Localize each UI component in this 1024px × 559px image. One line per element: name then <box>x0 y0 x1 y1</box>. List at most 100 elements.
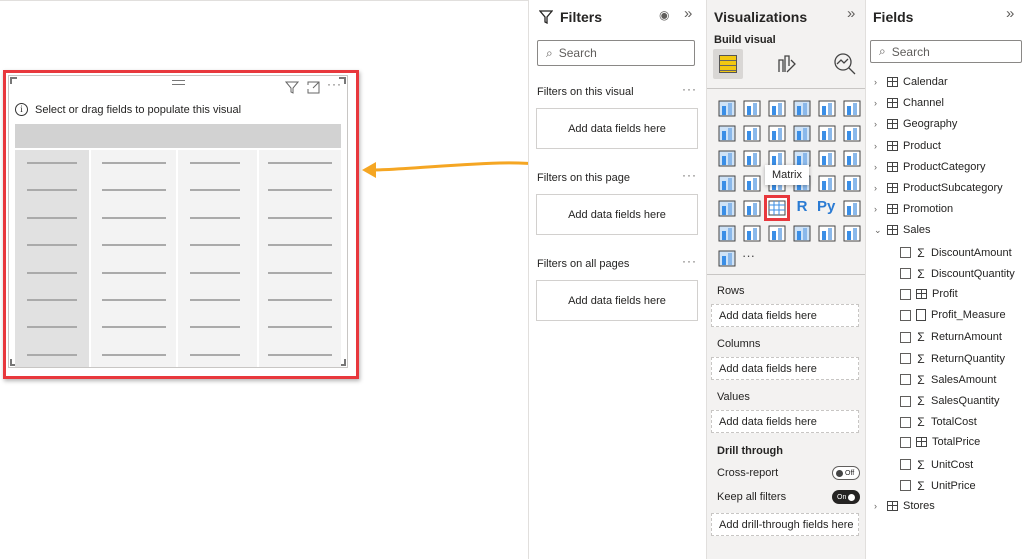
field-checkbox[interactable] <box>900 288 911 300</box>
treemap-icon[interactable] <box>842 148 862 168</box>
clustered-bar-chart-icon[interactable] <box>767 98 787 118</box>
field-table-product[interactable]: › Product <box>874 140 941 152</box>
chevron-right-icon[interactable]: › <box>874 501 882 511</box>
map-icon[interactable] <box>717 173 737 193</box>
focus-mode-icon[interactable] <box>307 81 320 94</box>
drill-through-well[interactable]: Add drill-through fields here <box>711 513 859 536</box>
more-options-icon[interactable]: ··· <box>327 77 342 91</box>
field-item[interactable]: Σ UnitCost <box>900 458 973 472</box>
fields-search-input[interactable]: ⌕ Search <box>870 40 1022 63</box>
field-checkbox[interactable] <box>900 416 911 428</box>
arcgis-map-icon[interactable] <box>817 223 837 243</box>
area-chart-icon[interactable] <box>742 123 762 143</box>
field-item[interactable]: TotalPrice <box>900 436 980 448</box>
stacked-column-chart-icon[interactable] <box>742 98 762 118</box>
format-visual-icon[interactable] <box>775 52 799 76</box>
filters-search-input[interactable]: ⌕ Search <box>537 40 695 66</box>
more-options-icon[interactable]: ··· <box>682 82 697 96</box>
key-influencers-icon[interactable] <box>842 198 862 218</box>
filter-drop-zone[interactable]: Add data fields here <box>536 194 698 235</box>
chevron-right-icon[interactable]: › <box>874 183 882 193</box>
qa-icon[interactable] <box>742 223 762 243</box>
power-automate-icon[interactable] <box>717 248 737 268</box>
chevron-right-icon[interactable]: › <box>874 141 882 151</box>
clustered-column-chart-icon[interactable] <box>792 98 812 118</box>
keep-all-filters-toggle[interactable]: On <box>832 490 860 504</box>
field-table-stores[interactable]: › Stores <box>874 500 935 512</box>
multi-row-card-icon[interactable] <box>817 173 837 193</box>
field-checkbox[interactable] <box>900 331 911 343</box>
field-table-calendar[interactable]: › Calendar <box>874 76 948 88</box>
python-visual-icon[interactable]: Py <box>817 198 837 218</box>
stacked-area-chart-icon[interactable] <box>767 123 787 143</box>
100-stacked-bar-chart-icon[interactable] <box>817 98 837 118</box>
field-table-promotion[interactable]: › Promotion <box>874 203 953 215</box>
line-stacked-column-chart-icon[interactable] <box>817 123 837 143</box>
more-options-icon[interactable]: ··· <box>682 168 697 182</box>
field-table-geography[interactable]: › Geography <box>874 118 957 130</box>
field-checkbox[interactable] <box>900 268 911 280</box>
build-visual-tab[interactable] <box>713 49 743 79</box>
field-checkbox[interactable] <box>900 395 911 407</box>
field-item[interactable]: Σ ReturnAmount <box>900 330 1002 344</box>
cross-report-toggle[interactable]: Off <box>832 466 860 480</box>
chevron-right-icon[interactable]: › <box>874 77 882 87</box>
more-options-icon[interactable]: ··· <box>682 254 697 268</box>
field-checkbox[interactable] <box>900 247 911 259</box>
power-apps-icon[interactable] <box>842 223 862 243</box>
waterfall-chart-icon[interactable] <box>717 148 737 168</box>
field-item[interactable]: Σ UnitPrice <box>900 479 976 493</box>
resize-handle[interactable] <box>10 77 17 84</box>
line-chart-icon[interactable] <box>717 123 737 143</box>
matrix-icon[interactable] <box>764 195 790 221</box>
field-item[interactable]: Profit_Measure <box>900 309 1006 322</box>
chevron-right-icon[interactable]: › <box>874 204 882 214</box>
collapse-icon[interactable]: » <box>684 5 692 22</box>
slicer-icon[interactable] <box>717 198 737 218</box>
field-item[interactable]: Σ ReturnQuantity <box>900 352 1005 366</box>
field-table-sales[interactable]: ⌄ Sales <box>874 224 931 236</box>
field-checkbox[interactable] <box>900 459 911 471</box>
field-item[interactable]: Σ SalesAmount <box>900 373 996 387</box>
filter-drop-zone[interactable]: Add data fields here <box>536 280 698 321</box>
decomposition-tree-icon[interactable] <box>717 223 737 243</box>
field-checkbox[interactable] <box>900 374 911 386</box>
field-well-drop-zone[interactable]: Add data fields here <box>711 410 859 433</box>
smart-narrative-icon[interactable] <box>767 223 787 243</box>
field-item[interactable]: Profit <box>900 288 958 300</box>
chevron-right-icon[interactable]: › <box>874 162 882 172</box>
donut-chart-icon[interactable] <box>817 148 837 168</box>
collapse-icon[interactable]: » <box>847 5 855 22</box>
stacked-bar-chart-icon[interactable] <box>717 98 737 118</box>
field-well-drop-zone[interactable]: Add data fields here <box>711 357 859 380</box>
drag-handle-icon[interactable] <box>172 80 185 85</box>
field-checkbox[interactable] <box>900 353 911 365</box>
field-table-channel[interactable]: › Channel <box>874 97 944 109</box>
chevron-right-icon[interactable]: › <box>874 98 882 108</box>
line-clustered-column-chart-icon[interactable] <box>792 123 812 143</box>
field-item[interactable]: Σ DiscountQuantity <box>900 267 1015 281</box>
field-table-productsubcategory[interactable]: › ProductSubcategory <box>874 182 1003 194</box>
field-checkbox[interactable] <box>900 480 911 492</box>
field-table-productcategory[interactable]: › ProductCategory <box>874 161 986 173</box>
analytics-icon[interactable] <box>833 52 857 76</box>
field-item[interactable]: Σ TotalCost <box>900 415 977 429</box>
table-icon[interactable] <box>742 198 762 218</box>
field-checkbox[interactable] <box>900 436 911 448</box>
field-item[interactable]: Σ DiscountAmount <box>900 246 1012 260</box>
filled-map-icon[interactable] <box>742 173 762 193</box>
collapse-icon[interactable]: » <box>1006 5 1014 22</box>
chevron-down-icon[interactable]: ⌄ <box>874 225 882 236</box>
paginated-report-icon[interactable] <box>792 223 812 243</box>
filter-icon[interactable] <box>285 81 299 94</box>
field-well-drop-zone[interactable]: Add data fields here <box>711 304 859 327</box>
field-item[interactable]: Σ SalesQuantity <box>900 394 999 408</box>
ribbon-chart-icon[interactable] <box>842 123 862 143</box>
r-visual-icon[interactable]: R <box>792 198 812 218</box>
field-checkbox[interactable] <box>900 309 911 321</box>
eye-icon[interactable]: ◉ <box>659 8 669 22</box>
filter-drop-zone[interactable]: Add data fields here <box>536 108 698 149</box>
100-stacked-column-chart-icon[interactable] <box>842 98 862 118</box>
chevron-right-icon[interactable]: › <box>874 119 882 129</box>
more-icon[interactable]: ··· <box>742 248 762 268</box>
